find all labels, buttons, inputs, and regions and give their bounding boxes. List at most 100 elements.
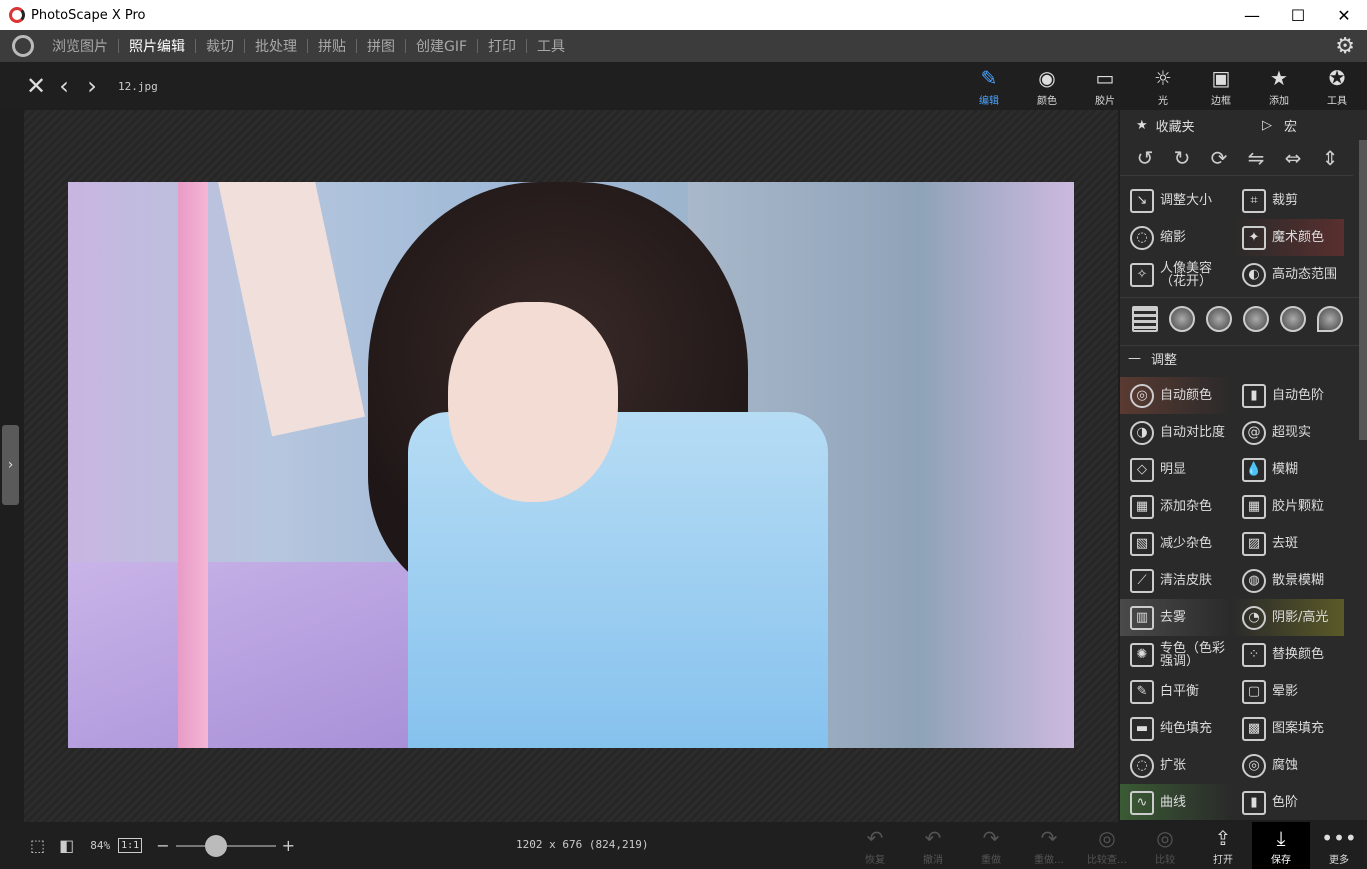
tool-item[interactable]: ▮ 色阶	[1232, 784, 1344, 820]
zoom-out-icon[interactable]: −	[156, 836, 169, 855]
tool-item[interactable]: ◍ 散景模糊	[1232, 562, 1344, 599]
tool-item[interactable]: ◐ 高动态范围	[1232, 256, 1344, 293]
tool-item[interactable]: ✺ 专色（色彩强调）	[1120, 636, 1232, 673]
favorites-toggle[interactable]: ★ 收藏夹	[1120, 116, 1242, 135]
flip-horizontal-icon[interactable]: ⇔	[1280, 145, 1306, 171]
tool-tab-3[interactable]: ☼ 光	[1134, 62, 1192, 110]
tool-item[interactable]: 💧 模糊	[1232, 451, 1344, 488]
zoom-slider-knob[interactable]	[204, 834, 227, 857]
tool-item[interactable]: ⁘ 替换颜色	[1232, 636, 1344, 673]
previous-image-icon[interactable]: ‹	[50, 72, 78, 100]
tool-item-label: 去雾	[1160, 610, 1187, 625]
tool-row: ▬ 纯色填充 ▩ 图案填充	[1120, 710, 1367, 747]
action-button-1[interactable]: ↶ 撤消	[904, 822, 962, 869]
tool-item[interactable]: ◌ 缩影	[1120, 219, 1232, 256]
next-image-icon[interactable]: ›	[78, 72, 106, 100]
tone-gray-icon[interactable]	[1169, 305, 1195, 332]
home-logo-icon[interactable]	[12, 35, 34, 57]
menu-item-6[interactable]: 创建GIF	[406, 36, 477, 56]
image-dimensions: 1202 x 676 (824,219)	[516, 838, 649, 851]
action-button-4[interactable]: ◎ 比较查…	[1078, 822, 1136, 869]
rotate-free-icon[interactable]: ⟳	[1206, 145, 1232, 171]
tool-item[interactable]: ▢ 晕影	[1232, 673, 1344, 710]
action-button-0[interactable]: ↶ 恢复	[846, 822, 904, 869]
tool-item[interactable]: ✧ 人像美容（花开）	[1120, 256, 1232, 293]
zoom-slider[interactable]	[175, 834, 276, 857]
tool-row: ◎ 自动颜色 ▮ 自动色阶	[1120, 377, 1367, 414]
flip-vertical-icon[interactable]: ⇕	[1317, 145, 1343, 171]
tool-item[interactable]: ◎ 腐蚀	[1232, 747, 1344, 784]
tool-item[interactable]: ▮ 自动色阶	[1232, 377, 1344, 414]
tool-item[interactable]: ▦ 胶片颗粒	[1232, 488, 1344, 525]
drop-icon[interactable]	[1317, 305, 1343, 332]
rotate-right-icon[interactable]: ↻	[1169, 145, 1195, 171]
tool-tab-2[interactable]: ▭ 胶片	[1076, 62, 1134, 110]
tool-item[interactable]: ◑ 自动对比度	[1120, 414, 1232, 451]
list-icon[interactable]	[1132, 305, 1158, 332]
macro-toggle[interactable]: ▷ 宏	[1242, 116, 1297, 135]
action-button-7[interactable]: ⤓ 保存	[1252, 822, 1310, 869]
menu-item-8[interactable]: 工具	[527, 36, 575, 56]
zoom-value: 84%	[90, 839, 111, 852]
left-panel-toggle[interactable]: ›	[2, 425, 19, 505]
add-noise-icon: ▦	[1130, 494, 1154, 519]
action-button-5[interactable]: ◎ 比较	[1136, 822, 1194, 869]
settings-gear-icon[interactable]: ⚙	[1335, 34, 1355, 59]
adjust-section-header[interactable]: — 调整	[1120, 345, 1367, 371]
tool-item-label: 高动态范围	[1272, 267, 1338, 282]
menu-item-1[interactable]: 照片编辑	[119, 36, 195, 56]
tool-tab-6[interactable]: ✪ 工具	[1308, 62, 1366, 110]
menu-item-3[interactable]: 批处理	[245, 36, 307, 56]
tool-item[interactable]: ⟋ 清洁皮肤	[1120, 562, 1232, 599]
action-button-3[interactable]: ↷ 重做…	[1020, 822, 1078, 869]
menu-item-5[interactable]: 拼图	[357, 36, 405, 56]
tool-item[interactable]: ∿ 曲线	[1120, 784, 1232, 820]
action-button-8[interactable]: ••• 更多	[1310, 822, 1367, 869]
tool-item-label: 去斑	[1272, 536, 1299, 551]
action-button-2[interactable]: ↷ 重做	[962, 822, 1020, 869]
close-image-icon[interactable]: ✕	[22, 72, 50, 100]
menu-item-2[interactable]: 裁切	[196, 36, 244, 56]
action-button-6[interactable]: ⇪ 打开	[1194, 822, 1252, 869]
tool-item[interactable]: ▬ 纯色填充	[1120, 710, 1232, 747]
tool-tab-1[interactable]: ◉ 颜色	[1018, 62, 1076, 110]
tone-warm-icon[interactable]	[1243, 305, 1269, 332]
editor-tool-tabs: ✎ 编辑 ◉ 颜色 ▭ 胶片 ☼ 光 ▣ 边框 ★ 添加 ✪ 工具	[960, 62, 1367, 110]
menu-item-0[interactable]: 浏览图片	[42, 36, 118, 56]
tool-item[interactable]: ▧ 减少杂色	[1120, 525, 1232, 562]
tool-item[interactable]: ✦ 魔术颜色	[1232, 219, 1344, 256]
tool-tab-label: 工具	[1327, 95, 1347, 107]
close-button[interactable]: ✕	[1321, 0, 1367, 30]
selection-icon[interactable]: ⬚	[30, 836, 45, 855]
split-view-icon[interactable]: ◧	[59, 836, 74, 855]
panel-scrollbar[interactable]	[1359, 140, 1367, 440]
tone-sepia-icon[interactable]	[1206, 305, 1232, 332]
straighten-icon[interactable]: ⇋	[1243, 145, 1269, 171]
tool-row: ▧ 减少杂色 ▨ 去斑	[1120, 525, 1367, 562]
tool-tab-0[interactable]: ✎ 编辑	[960, 62, 1018, 110]
tool-item[interactable]: ✎ 白平衡	[1120, 673, 1232, 710]
minimize-button[interactable]: —	[1229, 0, 1275, 30]
maximize-button[interactable]: ☐	[1275, 0, 1321, 30]
zoom-in-icon[interactable]: +	[282, 836, 295, 855]
tool-item[interactable]: ▦ 添加杂色	[1120, 488, 1232, 525]
tool-tab-5[interactable]: ★ 添加	[1250, 62, 1308, 110]
tool-item[interactable]: ⌗ 裁剪	[1232, 182, 1344, 219]
hdr-icon: ◐	[1242, 262, 1266, 287]
menu-item-4[interactable]: 拼贴	[308, 36, 356, 56]
tone-half-icon[interactable]	[1280, 305, 1306, 332]
photo-preview[interactable]	[68, 182, 1074, 748]
tool-item[interactable]: ◌ 扩张	[1120, 747, 1232, 784]
tool-item[interactable]: ▥ 去雾	[1120, 599, 1232, 636]
tool-item[interactable]: ◎ 自动颜色	[1120, 377, 1232, 414]
actual-size-button[interactable]: 1:1	[118, 838, 143, 853]
rotate-left-icon[interactable]: ↺	[1132, 145, 1158, 171]
tool-item[interactable]: ↘ 调整大小	[1120, 182, 1232, 219]
tool-item[interactable]: ▨ 去斑	[1232, 525, 1344, 562]
tool-item[interactable]: ◇ 明显	[1120, 451, 1232, 488]
tool-item[interactable]: @ 超现实	[1232, 414, 1344, 451]
menu-item-7[interactable]: 打印	[478, 36, 526, 56]
tool-item[interactable]: ◔ 阴影/高光	[1232, 599, 1344, 636]
tool-tab-4[interactable]: ▣ 边框	[1192, 62, 1250, 110]
tool-item[interactable]: ▩ 图案填充	[1232, 710, 1344, 747]
